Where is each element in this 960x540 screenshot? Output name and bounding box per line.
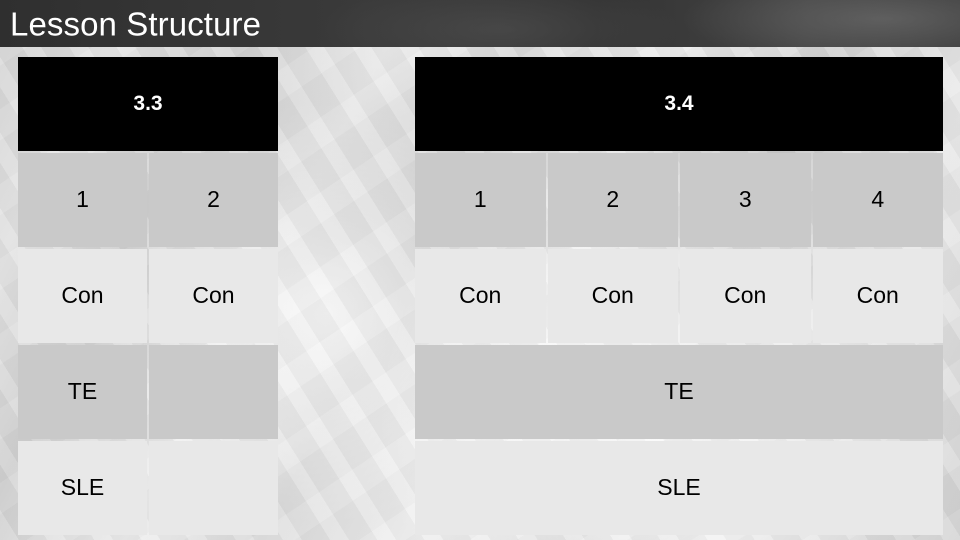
table-3-4-con-row: Con Con Con Con: [415, 249, 943, 343]
table-3-3-sle-cell: SLE: [18, 441, 147, 535]
table-3-4-con-cell-1: Con: [415, 249, 546, 343]
lesson-table-3-3: 3.3 1 2 Con Con TE SLE: [16, 55, 280, 537]
table-3-4-number-cell-4: 4: [812, 153, 943, 247]
table-3-3-number-cell-2: 2: [149, 153, 278, 247]
slide-title: Lesson Structure: [10, 5, 262, 42]
table-3-3-te-empty-cell: [149, 345, 278, 439]
table-3-3-number-cell-1: 1: [18, 153, 147, 247]
table-3-4-sle-cell: SLE: [415, 441, 943, 535]
table-3-4-te-cell: TE: [415, 345, 943, 439]
title-bar: Lesson Structure: [0, 0, 960, 47]
table-3-3-con-cell-2: Con: [149, 249, 278, 343]
slide-canvas: Lesson Structure 3.3 1 2 Con Con TE SLE: [0, 0, 960, 540]
table-3-4-con-cell-4: Con: [812, 249, 943, 343]
table-3-3-header-cell: 3.3: [18, 57, 278, 151]
table-3-3-header-row: 3.3: [18, 57, 278, 151]
table-3-4-number-row: 1 2 3 4: [415, 153, 943, 247]
table-3-3-sle-empty-cell: [149, 441, 278, 535]
table-3-3-sle-row: SLE: [18, 441, 278, 535]
table-3-4-number-cell-3: 3: [680, 153, 811, 247]
lesson-table-3-4: 3.4 1 2 3 4 Con Con Con Con TE SLE: [413, 55, 945, 537]
table-3-4-con-cell-3: Con: [680, 249, 811, 343]
table-3-3-body: 3.3 1 2 Con Con TE SLE: [18, 57, 278, 535]
table-3-4-header-cell: 3.4: [415, 57, 943, 151]
table-3-4-sle-row: SLE: [415, 441, 943, 535]
table-3-3-te-row: TE: [18, 345, 278, 439]
table-3-4-te-row: TE: [415, 345, 943, 439]
table-3-4-number-cell-2: 2: [547, 153, 678, 247]
table-3-3-con-row: Con Con: [18, 249, 278, 343]
table-3-4-header-row: 3.4: [415, 57, 943, 151]
table-3-4-number-cell-1: 1: [415, 153, 546, 247]
table-3-3-con-cell-1: Con: [18, 249, 147, 343]
table-3-4-con-cell-2: Con: [547, 249, 678, 343]
table-3-4-body: 3.4 1 2 3 4 Con Con Con Con TE SLE: [415, 57, 943, 535]
table-3-3-number-row: 1 2: [18, 153, 278, 247]
table-3-3-te-cell: TE: [18, 345, 147, 439]
